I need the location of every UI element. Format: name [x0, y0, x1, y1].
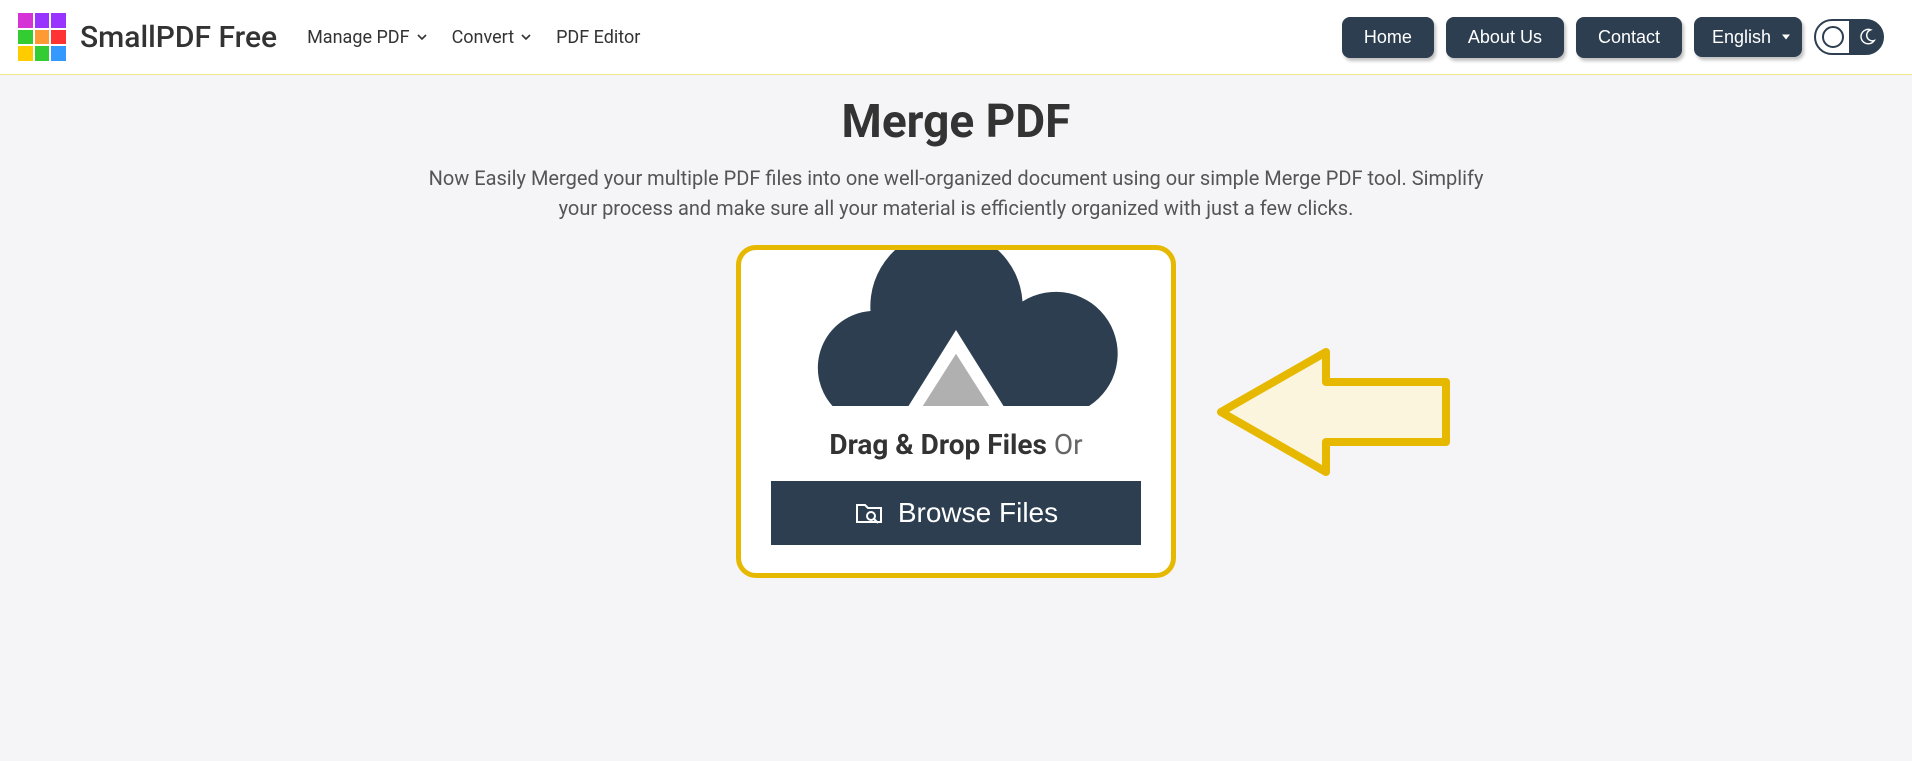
drag-drop-bold: Drag & Drop Files [829, 428, 1047, 461]
drag-drop-or: Or [1047, 428, 1083, 461]
moon-icon [1858, 28, 1876, 46]
nav-manage-pdf[interactable]: Manage PDF [307, 27, 427, 48]
brand-name: SmallPDF Free [80, 20, 277, 55]
main-content: Merge PDF Now Easily Merged your multipl… [0, 75, 1912, 578]
folder-search-icon [854, 498, 884, 528]
nav-convert[interactable]: Convert [452, 27, 533, 48]
logo-icon [18, 13, 66, 61]
right-nav: Home About Us Contact English [1342, 17, 1884, 58]
language-select-wrap: English [1694, 17, 1802, 57]
header: SmallPDF Free Manage PDF Convert PDF Edi… [0, 0, 1912, 75]
upload-stage: Drag & Drop Files Or Browse Files [0, 245, 1912, 578]
language-select[interactable]: English [1694, 17, 1802, 57]
contact-button[interactable]: Contact [1576, 17, 1682, 58]
nav-label: Convert [452, 27, 515, 48]
page-subtitle: Now Easily Merged your multiple PDF file… [426, 163, 1486, 223]
page-title: Merge PDF [0, 95, 1912, 149]
cloud-upload-icon [741, 250, 1171, 410]
theme-toggle[interactable] [1814, 19, 1884, 55]
chevron-down-icon [416, 31, 428, 43]
drag-drop-label: Drag & Drop Files Or [741, 428, 1171, 461]
browse-label: Browse Files [898, 497, 1058, 529]
chevron-down-icon [520, 31, 532, 43]
sun-icon [1822, 26, 1844, 48]
brand[interactable]: SmallPDF Free [18, 13, 277, 61]
drop-zone[interactable]: Drag & Drop Files Or Browse Files [736, 245, 1176, 578]
about-button[interactable]: About Us [1446, 17, 1564, 58]
main-nav: Manage PDF Convert PDF Editor [307, 27, 640, 48]
pointer-arrow-icon [1216, 347, 1456, 477]
home-button[interactable]: Home [1342, 17, 1434, 58]
nav-label: Manage PDF [307, 27, 409, 48]
nav-label: PDF Editor [556, 27, 640, 48]
browse-files-button[interactable]: Browse Files [771, 481, 1141, 545]
nav-pdf-editor[interactable]: PDF Editor [556, 27, 640, 48]
